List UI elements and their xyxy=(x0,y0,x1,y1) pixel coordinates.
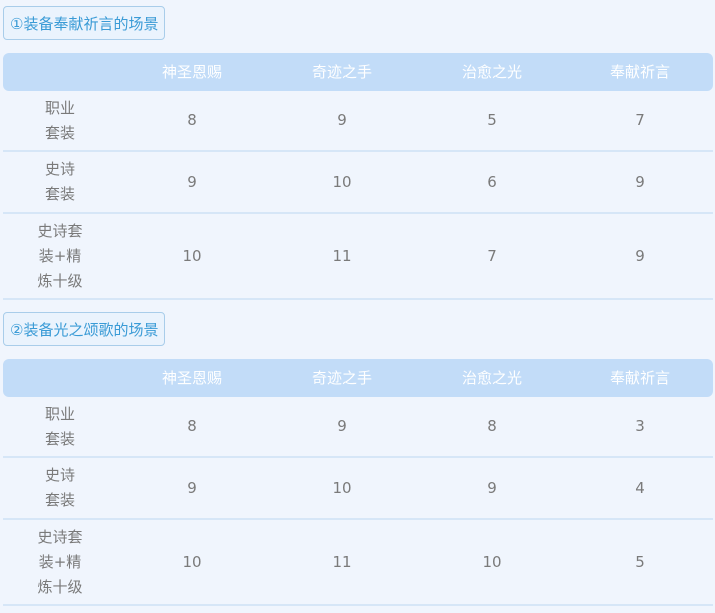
row-label-line: 职业 xyxy=(44,98,75,117)
table-cell: 10 xyxy=(482,552,502,571)
skill-table: 神圣恩赐 奇迹之手 治愈之光 奉献祈言 职业 套装 8 9 5 7 史诗 套装 … xyxy=(3,53,713,300)
row-label-line: 史诗 xyxy=(44,466,75,484)
row-label-line: 史诗套 xyxy=(37,221,83,240)
row-label-line: 套装 xyxy=(44,491,75,509)
table-cell: 8 xyxy=(187,417,197,435)
header-cell: 神圣恩赐 xyxy=(161,368,222,387)
table-row: 史诗套 装+精 炼十级 10 11 7 9 xyxy=(3,214,713,300)
row-label-line: 炼十级 xyxy=(37,577,83,596)
row-label-line: 套装 xyxy=(44,123,75,142)
table-cell: 9 xyxy=(187,172,197,191)
table-cell: 9 xyxy=(635,172,645,191)
row-label-line: 史诗套 xyxy=(37,527,83,546)
header-cell: 治愈之光 xyxy=(461,368,522,387)
table-row: 职业 套装 8 9 5 7 xyxy=(3,91,713,152)
table-cell: 10 xyxy=(182,246,202,265)
table-cell: 9 xyxy=(487,478,497,497)
header-cell: 奇迹之手 xyxy=(311,62,372,81)
table-cell: 10 xyxy=(182,552,202,571)
row-label: 史诗 套装 xyxy=(3,463,117,513)
table-cell: 9 xyxy=(187,478,197,497)
table-cell: 6 xyxy=(487,172,497,191)
table-cell: 9 xyxy=(337,417,347,435)
section-title: ①装备奉献祈言的场景 xyxy=(3,6,166,40)
table-cell: 11 xyxy=(332,552,352,571)
table-cell: 8 xyxy=(487,417,497,435)
table-cell: 9 xyxy=(635,246,645,265)
table-row: 史诗 套装 9 10 6 9 xyxy=(3,152,713,214)
row-label-line: 套装 xyxy=(44,185,75,203)
section-title: ②装备光之颂歌的场景 xyxy=(3,312,166,346)
table-cell: 9 xyxy=(337,111,347,129)
row-label-line: 史诗 xyxy=(44,160,75,178)
row-label-line: 套装 xyxy=(44,429,75,448)
row-label-line: 职业 xyxy=(44,404,75,423)
table-cell: 3 xyxy=(635,417,645,435)
header-cell: 奉献祈言 xyxy=(609,368,670,387)
table-header-row: 神圣恩赐 奇迹之手 治愈之光 奉献祈言 xyxy=(3,53,713,91)
table-row: 史诗 套装 9 10 9 4 xyxy=(3,458,713,520)
table-cell: 8 xyxy=(187,111,197,129)
table-row: 职业 套装 8 9 8 3 xyxy=(3,397,713,458)
table-cell: 7 xyxy=(635,111,645,129)
table-cell: 10 xyxy=(332,478,352,497)
row-label-line: 装+精 xyxy=(38,552,82,571)
table-cell: 4 xyxy=(635,478,645,497)
header-cell: 神圣恩赐 xyxy=(161,62,222,81)
skill-table: 神圣恩赐 奇迹之手 治愈之光 奉献祈言 职业 套装 8 9 8 3 史诗 套装 … xyxy=(3,359,713,606)
header-cell: 奇迹之手 xyxy=(311,368,372,387)
table-cell: 5 xyxy=(635,552,645,571)
row-label: 职业 套装 xyxy=(3,402,117,452)
table-cell: 5 xyxy=(487,111,497,129)
header-cell: 奉献祈言 xyxy=(609,62,670,81)
table-row: 史诗套 装+精 炼十级 10 11 10 5 xyxy=(3,520,713,606)
row-label-line: 装+精 xyxy=(38,246,82,265)
header-cell: 治愈之光 xyxy=(461,62,522,81)
row-label: 史诗 套装 xyxy=(3,157,117,207)
row-label: 史诗套 装+精 炼十级 xyxy=(3,219,117,294)
table-cell: 7 xyxy=(487,246,497,265)
row-label-line: 炼十级 xyxy=(37,271,83,290)
table-header-row: 神圣恩赐 奇迹之手 治愈之光 奉献祈言 xyxy=(3,359,713,397)
row-label: 职业 套装 xyxy=(3,96,117,146)
row-label: 史诗套 装+精 炼十级 xyxy=(3,525,117,600)
table-cell: 10 xyxy=(332,172,352,191)
table-cell: 11 xyxy=(332,246,352,265)
